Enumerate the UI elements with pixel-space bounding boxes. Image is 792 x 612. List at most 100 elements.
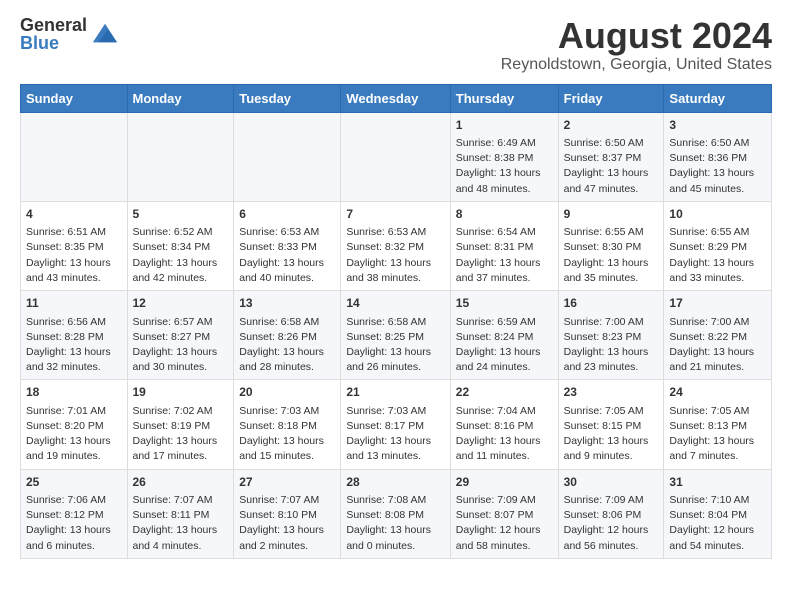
day-number: 16 (564, 295, 659, 312)
day-info: Sunrise: 6:52 AM (133, 225, 229, 240)
table-row (341, 112, 450, 201)
logo-text: General Blue (20, 16, 87, 52)
day-info: Sunrise: 6:51 AM (26, 225, 122, 240)
logo-blue: Blue (20, 34, 87, 52)
day-info: Sunrise: 7:09 AM (456, 493, 553, 508)
day-number: 19 (133, 384, 229, 401)
table-row: 20Sunrise: 7:03 AMSunset: 8:18 PMDayligh… (234, 380, 341, 469)
logo: General Blue (20, 16, 119, 52)
day-info: Daylight: 13 hours and 17 minutes. (133, 434, 229, 464)
table-row: 28Sunrise: 7:08 AMSunset: 8:08 PMDayligh… (341, 469, 450, 558)
day-number: 10 (669, 206, 766, 223)
day-info: Sunrise: 7:06 AM (26, 493, 122, 508)
day-info: Daylight: 12 hours and 58 minutes. (456, 523, 553, 553)
day-info: Sunset: 8:32 PM (346, 240, 444, 255)
table-row: 17Sunrise: 7:00 AMSunset: 8:22 PMDayligh… (664, 291, 772, 380)
table-row: 4Sunrise: 6:51 AMSunset: 8:35 PMDaylight… (21, 201, 128, 290)
subtitle: Reynoldstown, Georgia, United States (501, 56, 772, 74)
day-number: 27 (239, 474, 335, 491)
day-number: 25 (26, 474, 122, 491)
table-row (21, 112, 128, 201)
day-info: Sunrise: 7:07 AM (239, 493, 335, 508)
table-row: 18Sunrise: 7:01 AMSunset: 8:20 PMDayligh… (21, 380, 128, 469)
day-number: 9 (564, 206, 659, 223)
day-info: Sunset: 8:13 PM (669, 419, 766, 434)
day-number: 5 (133, 206, 229, 223)
table-row: 30Sunrise: 7:09 AMSunset: 8:06 PMDayligh… (558, 469, 664, 558)
table-row: 1Sunrise: 6:49 AMSunset: 8:38 PMDaylight… (450, 112, 558, 201)
calendar-week-row: 25Sunrise: 7:06 AMSunset: 8:12 PMDayligh… (21, 469, 772, 558)
col-thursday: Thursday (450, 84, 558, 112)
table-row: 26Sunrise: 7:07 AMSunset: 8:11 PMDayligh… (127, 469, 234, 558)
table-row: 7Sunrise: 6:53 AMSunset: 8:32 PMDaylight… (341, 201, 450, 290)
page: General Blue August 2024 Reynoldstown, G… (0, 0, 792, 575)
day-info: Sunset: 8:17 PM (346, 419, 444, 434)
day-info: Sunrise: 7:10 AM (669, 493, 766, 508)
day-info: Sunset: 8:20 PM (26, 419, 122, 434)
day-number: 30 (564, 474, 659, 491)
day-info: Sunset: 8:23 PM (564, 330, 659, 345)
logo-general: General (20, 16, 87, 34)
day-number: 13 (239, 295, 335, 312)
day-info: Daylight: 13 hours and 42 minutes. (133, 256, 229, 286)
day-number: 14 (346, 295, 444, 312)
table-row: 16Sunrise: 7:00 AMSunset: 8:23 PMDayligh… (558, 291, 664, 380)
day-number: 2 (564, 117, 659, 134)
table-row: 21Sunrise: 7:03 AMSunset: 8:17 PMDayligh… (341, 380, 450, 469)
table-row: 12Sunrise: 6:57 AMSunset: 8:27 PMDayligh… (127, 291, 234, 380)
day-info: Sunset: 8:27 PM (133, 330, 229, 345)
day-number: 18 (26, 384, 122, 401)
day-info: Sunrise: 6:58 AM (346, 315, 444, 330)
day-info: Sunrise: 7:03 AM (346, 404, 444, 419)
table-row: 6Sunrise: 6:53 AMSunset: 8:33 PMDaylight… (234, 201, 341, 290)
day-number: 8 (456, 206, 553, 223)
col-tuesday: Tuesday (234, 84, 341, 112)
day-info: Sunset: 8:19 PM (133, 419, 229, 434)
calendar-week-row: 1Sunrise: 6:49 AMSunset: 8:38 PMDaylight… (21, 112, 772, 201)
table-row: 22Sunrise: 7:04 AMSunset: 8:16 PMDayligh… (450, 380, 558, 469)
col-saturday: Saturday (664, 84, 772, 112)
day-info: Sunset: 8:10 PM (239, 508, 335, 523)
calendar-week-row: 4Sunrise: 6:51 AMSunset: 8:35 PMDaylight… (21, 201, 772, 290)
day-info: Sunset: 8:22 PM (669, 330, 766, 345)
day-info: Daylight: 13 hours and 7 minutes. (669, 434, 766, 464)
day-info: Daylight: 13 hours and 37 minutes. (456, 256, 553, 286)
day-info: Sunset: 8:25 PM (346, 330, 444, 345)
day-info: Sunrise: 7:02 AM (133, 404, 229, 419)
table-row: 3Sunrise: 6:50 AMSunset: 8:36 PMDaylight… (664, 112, 772, 201)
day-info: Daylight: 12 hours and 54 minutes. (669, 523, 766, 553)
day-info: Daylight: 13 hours and 11 minutes. (456, 434, 553, 464)
day-info: Sunrise: 7:08 AM (346, 493, 444, 508)
day-info: Sunrise: 6:53 AM (346, 225, 444, 240)
title-section: August 2024 Reynoldstown, Georgia, Unite… (501, 16, 772, 74)
day-number: 15 (456, 295, 553, 312)
day-info: Sunset: 8:34 PM (133, 240, 229, 255)
day-info: Sunrise: 6:55 AM (564, 225, 659, 240)
day-info: Sunrise: 6:50 AM (564, 136, 659, 151)
day-info: Daylight: 13 hours and 26 minutes. (346, 345, 444, 375)
day-number: 29 (456, 474, 553, 491)
day-number: 26 (133, 474, 229, 491)
day-info: Sunset: 8:15 PM (564, 419, 659, 434)
table-row: 29Sunrise: 7:09 AMSunset: 8:07 PMDayligh… (450, 469, 558, 558)
day-number: 11 (26, 295, 122, 312)
day-info: Sunrise: 6:55 AM (669, 225, 766, 240)
calendar-header-row: Sunday Monday Tuesday Wednesday Thursday… (21, 84, 772, 112)
day-number: 7 (346, 206, 444, 223)
day-info: Sunrise: 7:09 AM (564, 493, 659, 508)
calendar-week-row: 18Sunrise: 7:01 AMSunset: 8:20 PMDayligh… (21, 380, 772, 469)
day-info: Daylight: 13 hours and 24 minutes. (456, 345, 553, 375)
day-info: Daylight: 13 hours and 19 minutes. (26, 434, 122, 464)
day-info: Daylight: 13 hours and 45 minutes. (669, 166, 766, 196)
day-info: Sunrise: 7:05 AM (564, 404, 659, 419)
day-info: Daylight: 12 hours and 56 minutes. (564, 523, 659, 553)
day-number: 31 (669, 474, 766, 491)
day-info: Sunset: 8:33 PM (239, 240, 335, 255)
day-info: Daylight: 13 hours and 35 minutes. (564, 256, 659, 286)
day-info: Sunset: 8:31 PM (456, 240, 553, 255)
day-number: 22 (456, 384, 553, 401)
table-row: 23Sunrise: 7:05 AMSunset: 8:15 PMDayligh… (558, 380, 664, 469)
day-info: Daylight: 13 hours and 6 minutes. (26, 523, 122, 553)
day-info: Daylight: 13 hours and 32 minutes. (26, 345, 122, 375)
day-info: Daylight: 13 hours and 4 minutes. (133, 523, 229, 553)
